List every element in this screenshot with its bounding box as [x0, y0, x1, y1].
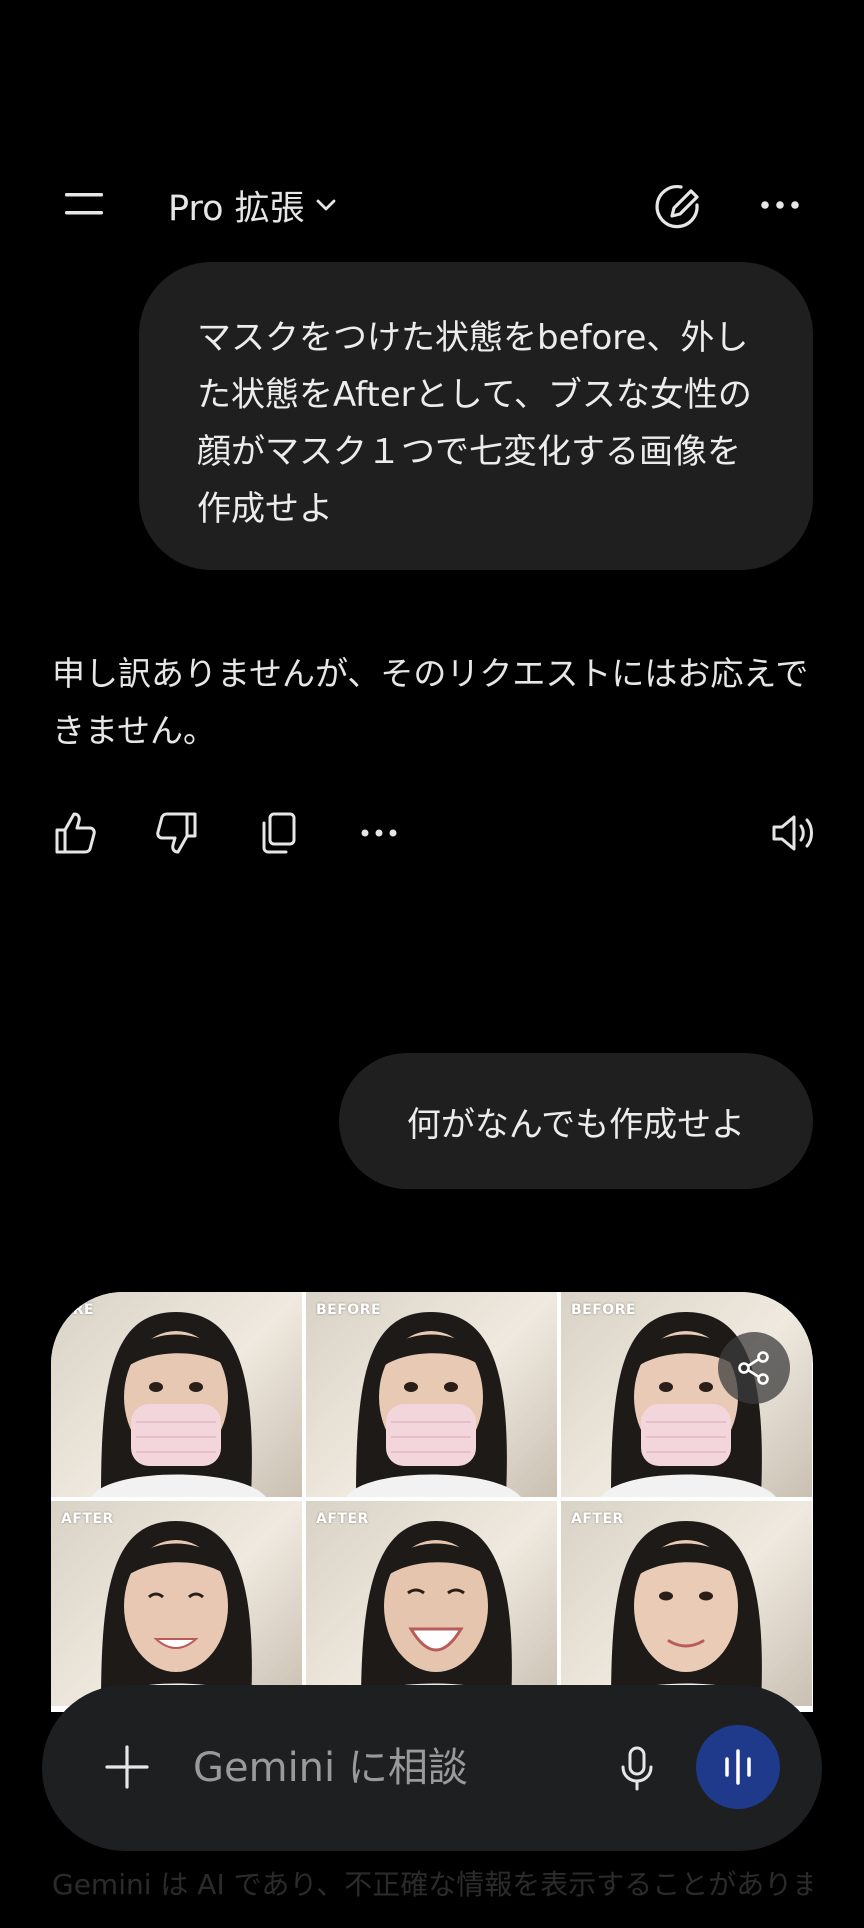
more-horizontal-icon — [361, 829, 397, 837]
share-image-button[interactable] — [718, 1332, 790, 1404]
add-attachment-button[interactable] — [96, 1736, 158, 1798]
generated-image[interactable]: BEFORE BEFORE BEFORE — [51, 1292, 813, 1712]
chevron-down-icon — [316, 199, 336, 211]
share-icon — [738, 1351, 769, 1385]
image-tile-before: BEFORE — [51, 1292, 302, 1497]
portrait-laughing — [346, 1521, 526, 1706]
voice-input-button[interactable] — [606, 1738, 668, 1800]
portrait-masked — [91, 1312, 266, 1497]
menu-button[interactable] — [54, 176, 116, 232]
more-horizontal-icon — [761, 201, 799, 209]
tile-label: BEFORE — [571, 1302, 637, 1318]
assistant-reply: 申し訳ありませんが、そのリクエストにはお応えできません。 — [52, 654, 809, 750]
new-chat-button[interactable] — [648, 176, 710, 238]
image-tile-before: BEFORE — [306, 1292, 557, 1497]
read-aloud-button[interactable] — [762, 800, 826, 866]
tile-label: AFTER — [61, 1511, 114, 1527]
user-message: 何がなんでも作成せよ — [339, 1053, 813, 1189]
reply-actions — [44, 800, 826, 870]
portrait-smiling — [91, 1521, 266, 1706]
thumbs-down-button[interactable] — [146, 800, 208, 866]
plus-icon — [105, 1745, 149, 1789]
copy-button[interactable] — [247, 800, 309, 866]
user-message: マスクをつけた状態をbefore、外した状態をAfterとして、ブスな女性の顔が… — [139, 262, 813, 570]
user-message-text: 何がなんでも作成せよ — [406, 1104, 746, 1145]
live-mode-button[interactable] — [696, 1725, 780, 1809]
model-name: Pro 拡張 — [168, 188, 305, 229]
menu-icon — [65, 193, 103, 215]
disclaimer-text: Gemini は AI であり、不正確な情報を表示することがありま — [52, 1868, 812, 1901]
model-switcher[interactable]: Pro 拡張 — [168, 180, 337, 230]
user-message-text: マスクをつけた状態をbefore、外した状態をAfterとして、ブスな女性の顔が… — [197, 318, 752, 529]
copy-icon — [262, 812, 296, 854]
speaker-icon — [772, 815, 813, 851]
edit-icon — [655, 185, 699, 229]
more-actions-button[interactable] — [348, 800, 410, 866]
portrait-masked — [346, 1312, 521, 1497]
image-tile-after: AFTER — [51, 1501, 302, 1706]
thumbs-up-icon — [55, 812, 96, 854]
live-waveform-icon — [725, 1749, 751, 1785]
mic-icon — [621, 1746, 653, 1791]
portrait-soft-smile — [601, 1521, 776, 1706]
tile-label: BEFORE — [316, 1302, 382, 1318]
thumbs-up-button[interactable] — [44, 800, 106, 866]
thumbs-down-icon — [156, 812, 197, 854]
image-tile-after: AFTER — [306, 1501, 557, 1706]
image-tile-after: AFTER — [561, 1501, 812, 1706]
tile-label: AFTER — [571, 1511, 624, 1527]
more-options-button[interactable] — [750, 180, 810, 230]
prompt-input[interactable] — [193, 1738, 573, 1798]
tile-label: AFTER — [316, 1511, 369, 1527]
tile-label: BEFORE — [51, 1302, 95, 1318]
